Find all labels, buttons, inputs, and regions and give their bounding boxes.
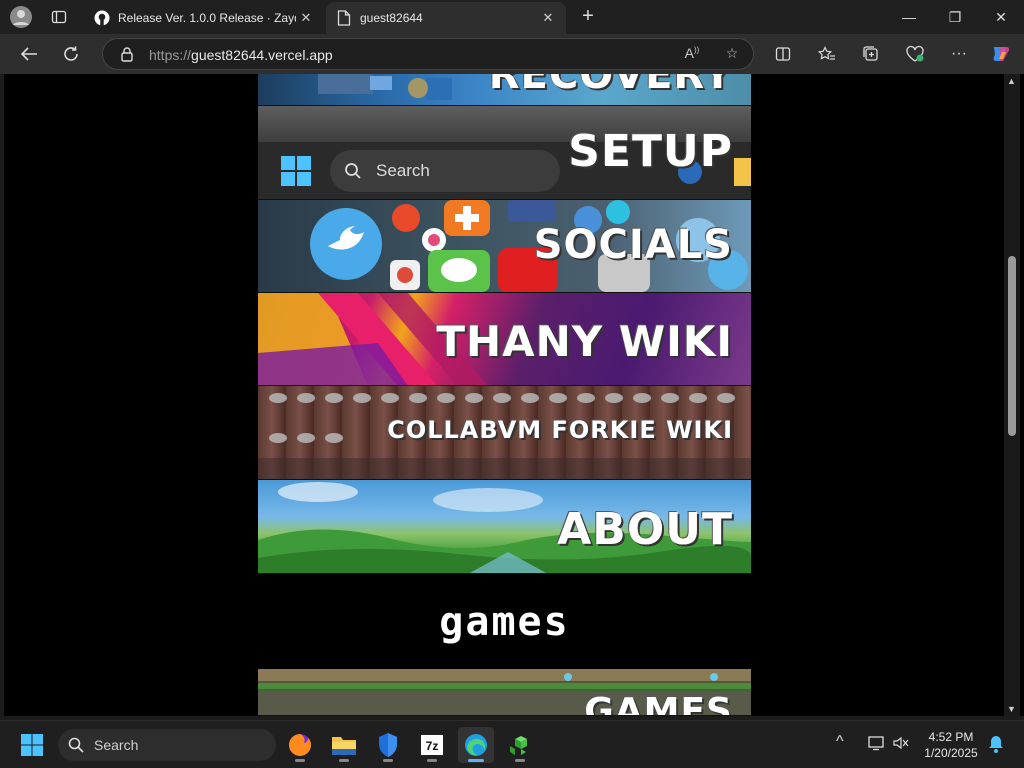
favorites-icon[interactable]	[812, 40, 842, 68]
tab-close-button[interactable]: ✕	[296, 10, 316, 26]
page-icon	[336, 10, 352, 26]
page-viewport[interactable]: RECOVERY Search SETUP SOCIALS THANY WIKI…	[4, 74, 1004, 716]
active-indicator	[468, 759, 484, 762]
running-indicator	[295, 759, 305, 762]
games-section-heading: games	[258, 574, 751, 669]
search-icon	[345, 163, 361, 179]
banner-title: COLLABVM FORKIE WIKI	[387, 416, 733, 444]
tab-guest82644[interactable]: guest82644 ✕	[326, 2, 566, 34]
read-aloud-icon[interactable]: A))	[681, 45, 703, 65]
banner-title: RECOVERY	[488, 74, 733, 98]
banner-title: ABOUT	[557, 504, 733, 555]
show-hidden-icons-chevron-icon[interactable]: ^	[836, 733, 844, 751]
system-clock[interactable]: 4:52 PM 1/20/2025	[914, 729, 988, 761]
thumbnail-search-label: Search	[376, 161, 430, 180]
collabvm-forkie-wiki-banner-link[interactable]: COLLABVM FORKIE WIKI	[258, 386, 751, 480]
thany-wiki-banner-link[interactable]: THANY WIKI	[258, 293, 751, 386]
cube-app-taskbar-icon[interactable]	[502, 727, 538, 763]
search-pill-thumbnail: Search	[330, 150, 560, 192]
socials-banner-link[interactable]: SOCIALS	[258, 200, 751, 293]
more-options-icon[interactable]: ···	[944, 40, 974, 68]
window-edge	[1020, 74, 1024, 716]
close-window-button[interactable]: ✕	[978, 0, 1024, 34]
scroll-down-arrow-icon[interactable]: ▼	[1007, 704, 1016, 714]
taskbar-search-box[interactable]: Search	[58, 729, 276, 761]
nav-banner-column: RECOVERY Search SETUP SOCIALS THANY WIKI…	[258, 74, 751, 716]
windows-logo-icon	[281, 156, 311, 186]
setup-banner-link[interactable]: Search SETUP	[258, 106, 751, 200]
lock-icon[interactable]	[119, 46, 135, 62]
windows-taskbar: Search 7z ^ 4:52 PM 1/20/2025	[0, 720, 1024, 768]
search-icon	[68, 737, 84, 753]
clock-date: 1/20/2025	[924, 746, 978, 760]
github-icon	[94, 10, 110, 26]
notification-bell-icon[interactable]	[988, 735, 1004, 756]
file-explorer-taskbar-icon[interactable]	[326, 727, 362, 763]
tab-label: guest82644	[360, 11, 423, 25]
volume-muted-icon[interactable]	[892, 735, 910, 754]
vertical-tabs-icon[interactable]	[46, 4, 72, 30]
scroll-up-arrow-icon[interactable]: ▲	[1007, 76, 1016, 86]
address-bar[interactable]: https://guest82644.vercel.app A)) ☆	[102, 38, 754, 70]
running-indicator	[427, 759, 437, 762]
banner-title: SETUP	[568, 126, 733, 177]
minimize-button[interactable]: —	[886, 0, 932, 34]
svg-text:7z: 7z	[426, 739, 439, 753]
refresh-icon	[64, 46, 78, 61]
browser-essentials-icon[interactable]	[900, 40, 930, 68]
display-icon[interactable]	[868, 735, 886, 754]
collections-icon[interactable]	[856, 40, 886, 68]
tab-github-release[interactable]: Release Ver. 1.0.0 Release · ZaydH ✕	[84, 2, 324, 34]
firefox-taskbar-icon[interactable]	[282, 727, 318, 763]
page-scrollbar[interactable]: ▲ ▼	[1004, 74, 1020, 716]
browser-window: Release Ver. 1.0.0 Release · ZaydH ✕ gue…	[0, 0, 1024, 768]
tab-bar: Release Ver. 1.0.0 Release · ZaydH ✕ gue…	[0, 0, 1024, 34]
url-host: guest82644.vercel.app	[191, 47, 333, 63]
start-button-windows-icon[interactable]	[20, 733, 44, 757]
clock-time: 4:52 PM	[928, 730, 974, 744]
banner-title: SOCIALS	[533, 222, 733, 268]
scroll-thumb[interactable]	[1008, 256, 1016, 436]
search-label: Search	[94, 737, 139, 753]
edge-taskbar-icon[interactable]	[458, 727, 494, 763]
url-text[interactable]: https://guest82644.vercel.app	[149, 47, 333, 63]
back-arrow-icon	[20, 47, 37, 61]
banner-title: THANY WIKI	[436, 317, 733, 366]
copilot-icon[interactable]	[986, 40, 1016, 68]
favorite-star-icon[interactable]: ☆	[721, 45, 743, 65]
back-button[interactable]	[14, 40, 44, 68]
url-scheme: https://	[149, 47, 192, 63]
new-tab-button[interactable]: +	[576, 6, 600, 28]
banner-title: GAMES	[584, 691, 733, 716]
restore-button[interactable]: ❐	[932, 0, 978, 34]
running-indicator	[339, 759, 349, 762]
refresh-button[interactable]	[56, 40, 86, 68]
windows-security-taskbar-icon[interactable]	[370, 727, 406, 763]
profile-avatar-icon[interactable]	[8, 4, 34, 30]
recovery-banner-link[interactable]: RECOVERY	[258, 74, 751, 106]
running-indicator	[383, 759, 393, 762]
navigation-bar: https://guest82644.vercel.app A)) ☆ ···	[0, 34, 1024, 74]
running-indicator	[515, 759, 525, 762]
tab-label: Release Ver. 1.0.0 Release · ZaydH	[118, 11, 296, 25]
about-banner-link[interactable]: ABOUT	[258, 480, 751, 574]
7zip-taskbar-icon[interactable]: 7z	[414, 727, 450, 763]
games-banner-link[interactable]: GAMES	[258, 669, 751, 716]
split-screen-icon[interactable]	[768, 40, 798, 68]
tab-close-button[interactable]: ✕	[538, 10, 558, 26]
windows-desktop-thumbnail	[318, 74, 452, 100]
